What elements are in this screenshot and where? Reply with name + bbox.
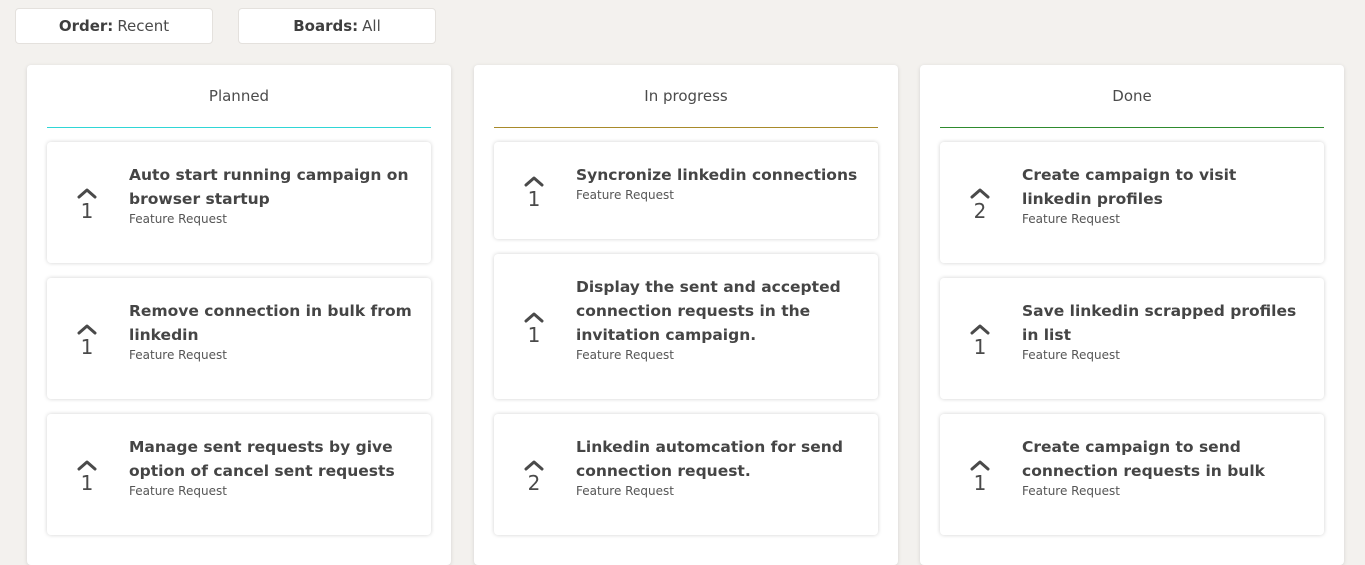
card[interactable]: 1 Save linkedin scrapped profiles in lis…: [940, 278, 1324, 399]
vote-count: 1: [80, 335, 94, 359]
upvote-button[interactable]: 1: [516, 176, 552, 210]
card-category: Feature Request: [576, 484, 674, 498]
chevron-up-icon: [77, 460, 97, 471]
card-category: Feature Request: [1022, 348, 1120, 362]
card-category: Feature Request: [1022, 484, 1120, 498]
upvote-button[interactable]: 1: [69, 324, 105, 358]
chevron-up-icon: [970, 324, 990, 335]
upvote-button[interactable]: 2: [516, 460, 552, 494]
vote-count: 1: [80, 471, 94, 495]
chevron-up-icon: [524, 176, 544, 187]
chevron-up-icon: [77, 188, 97, 199]
column-done: Done 2 Create campaign to visit linkedin…: [920, 65, 1344, 565]
card-title: Display the sent and accepted connection…: [576, 278, 841, 344]
card[interactable]: 1 Syncronize linkedin connections Featur…: [494, 142, 878, 239]
card-title: Manage sent requests by give option of c…: [129, 438, 395, 480]
card-title: Auto start running campaign on browser s…: [129, 166, 409, 208]
column-in-progress: In progress 1 Syncronize linkedin connec…: [474, 65, 898, 565]
card[interactable]: 1 Manage sent requests by give option of…: [47, 414, 431, 535]
upvote-button[interactable]: 1: [962, 324, 998, 358]
card[interactable]: 2 Create campaign to visit linkedin prof…: [940, 142, 1324, 263]
card[interactable]: 1 Auto start running campaign on browser…: [47, 142, 431, 263]
upvote-button[interactable]: 1: [69, 188, 105, 222]
vote-count: 1: [973, 335, 987, 359]
upvote-button[interactable]: 1: [962, 460, 998, 494]
card-category: Feature Request: [576, 188, 674, 202]
upvote-button[interactable]: 1: [516, 312, 552, 346]
card-title: Create campaign to visit linkedin profil…: [1022, 166, 1237, 208]
chevron-up-icon: [77, 324, 97, 335]
vote-count: 1: [527, 323, 541, 347]
card-category: Feature Request: [129, 484, 227, 498]
order-filter-value: Recent: [117, 17, 170, 35]
card-title: Save linkedin scrapped profiles in list: [1022, 302, 1297, 344]
upvote-button[interactable]: 2: [962, 188, 998, 222]
card-title: Syncronize linkedin connections: [576, 166, 858, 184]
vote-count: 2: [527, 471, 541, 495]
card-category: Feature Request: [129, 348, 227, 362]
chevron-up-icon: [524, 460, 544, 471]
boards-filter-value: All: [362, 17, 381, 35]
boards-filter-button[interactable]: Boards: All: [238, 8, 436, 44]
card-category: Feature Request: [1022, 212, 1120, 226]
card-title: Remove connection in bulk from linkedin: [129, 302, 412, 344]
card[interactable]: 2 Linkedin automcation for send connecti…: [494, 414, 878, 535]
chevron-up-icon: [524, 312, 544, 323]
card[interactable]: 1 Display the sent and accepted connecti…: [494, 254, 878, 399]
order-filter-button[interactable]: Order: Recent: [15, 8, 213, 44]
card-category: Feature Request: [129, 212, 227, 226]
card-title: Create campaign to send connection reque…: [1022, 438, 1265, 480]
chevron-up-icon: [970, 188, 990, 199]
order-filter-label: Order:: [58, 17, 114, 35]
boards-filter-label: Boards:: [293, 17, 359, 35]
vote-count: 1: [973, 471, 987, 495]
vote-count: 1: [527, 187, 541, 211]
vote-count: 2: [973, 199, 987, 223]
chevron-up-icon: [970, 460, 990, 471]
column-planned: Planned 1 Auto start running campaign on…: [27, 65, 451, 565]
vote-count: 1: [80, 199, 94, 223]
card-category: Feature Request: [576, 348, 674, 362]
upvote-button[interactable]: 1: [69, 460, 105, 494]
column-title: Done: [940, 65, 1324, 128]
card[interactable]: 1 Create campaign to send connection req…: [940, 414, 1324, 535]
column-title: In progress: [494, 65, 878, 128]
card-title: Linkedin automcation for send connection…: [576, 438, 843, 480]
card[interactable]: 1 Remove connection in bulk from linkedi…: [47, 278, 431, 399]
column-title: Planned: [47, 65, 431, 128]
